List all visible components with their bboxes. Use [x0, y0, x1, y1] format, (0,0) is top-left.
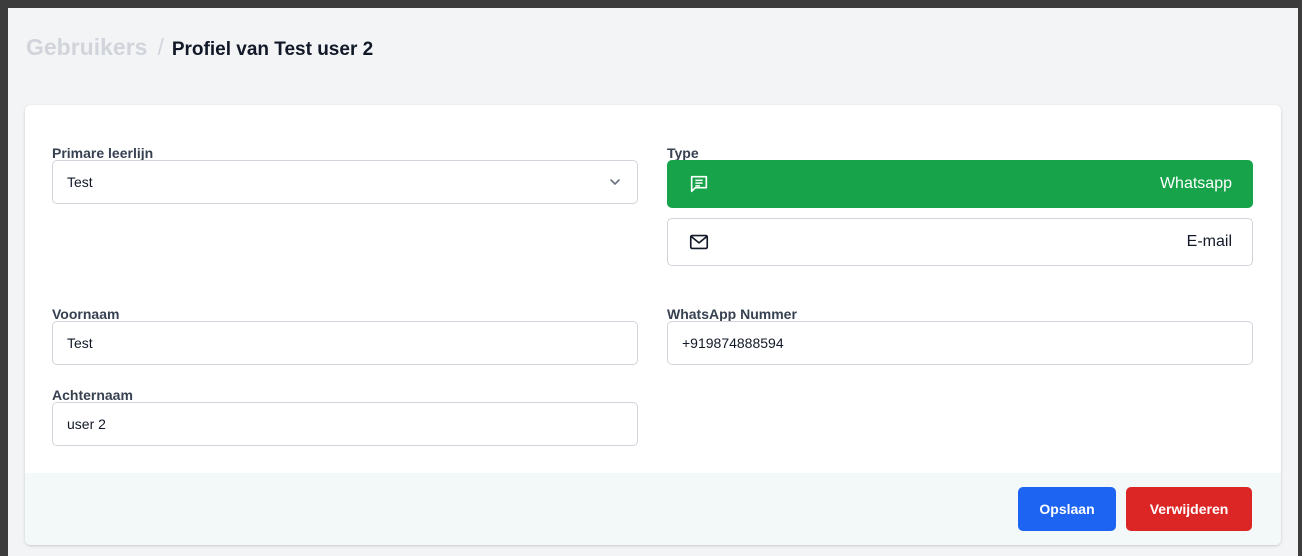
save-button[interactable]: Opslaan [1018, 487, 1116, 531]
app-viewport: Gebruikers / Profiel van Test user 2 Pri… [8, 8, 1298, 556]
mail-icon [689, 234, 709, 250]
type-option-whatsapp-label: Whatsapp [1159, 175, 1232, 192]
page-title: Profiel van Test user 2 [171, 39, 374, 60]
last-name-label: Achternaam [52, 387, 133, 403]
chevron-down-icon [610, 179, 620, 185]
type-option-email[interactable]: E-mail [667, 218, 1253, 266]
message-icon [690, 175, 708, 193]
card-footer: Opslaan Verwijderen [25, 473, 1281, 545]
type-option-whatsapp[interactable]: Whatsapp [667, 160, 1253, 208]
breadcrumb: Gebruikers / Profiel van Test user 2 [26, 34, 373, 60]
first-name-input[interactable] [67, 335, 623, 351]
whatsapp-number-field[interactable] [667, 321, 1253, 365]
primary-line-value: Test [67, 174, 93, 190]
whatsapp-number-input[interactable] [682, 335, 1238, 351]
delete-button[interactable]: Verwijderen [1126, 487, 1252, 531]
primary-line-label: Primare leerlijn [52, 145, 154, 161]
primary-line-select[interactable]: Test [52, 160, 638, 204]
profile-card: Primare leerlijn Test Type Whatsapp E-ma… [25, 105, 1281, 545]
last-name-input[interactable] [67, 416, 623, 432]
last-name-field[interactable] [52, 402, 638, 446]
whatsapp-number-label: WhatsApp Nummer [667, 306, 797, 322]
breadcrumb-separator: / [157, 34, 164, 60]
first-name-field[interactable] [52, 321, 638, 365]
first-name-label: Voornaam [52, 306, 120, 322]
type-option-email-label: E-mail [1186, 233, 1232, 250]
breadcrumb-users-link[interactable]: Gebruikers [26, 34, 147, 61]
type-label: Type [667, 145, 699, 161]
